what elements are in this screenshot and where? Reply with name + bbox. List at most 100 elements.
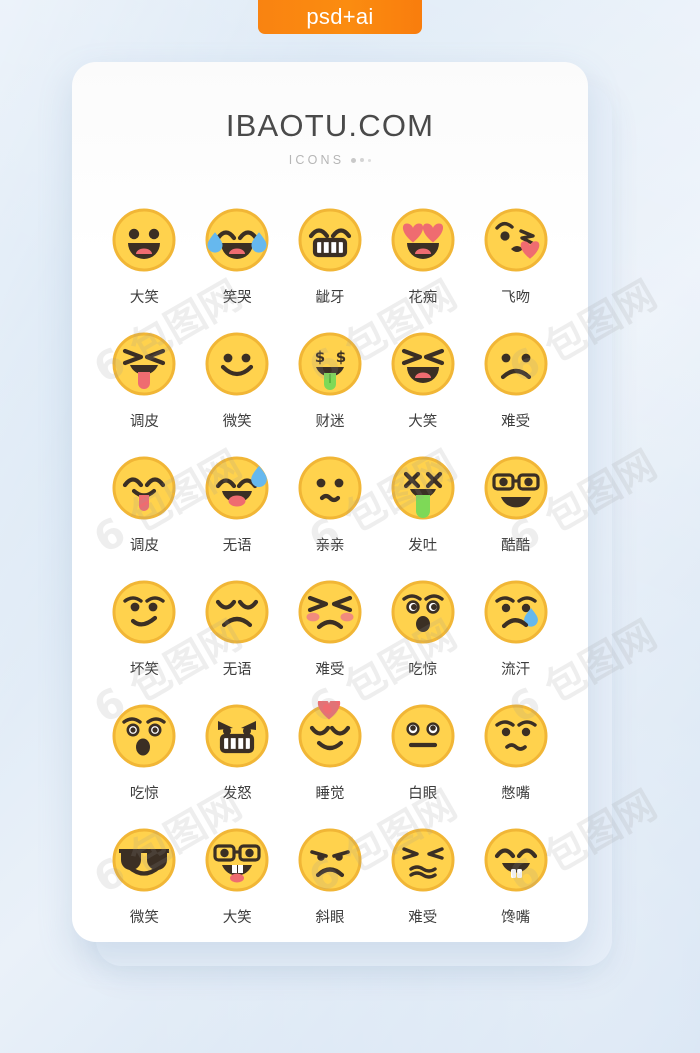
sleeping-heart-icon[interactable] — [295, 701, 365, 771]
icon-cell[interactable]: 微笑 — [191, 329, 284, 431]
wavy-mouth-face-icon[interactable] — [481, 701, 551, 771]
nerd-glasses-grin-icon[interactable] — [481, 453, 551, 523]
icon-cell[interactable]: 难受 — [284, 577, 377, 679]
icon-cell[interactable]: 发怒 — [191, 701, 284, 803]
icon-cell[interactable]: 大笑 — [191, 825, 284, 927]
dots-decoration — [351, 157, 372, 163]
icon-cell[interactable]: 发吐 — [376, 453, 469, 555]
sunglasses-smile-icon[interactable] — [109, 825, 179, 895]
squint-tongue-out-icon[interactable] — [109, 329, 179, 399]
icon-cell[interactable]: $ $ 财迷 — [284, 329, 377, 431]
icon-cell[interactable]: 馋嘴 — [469, 825, 562, 927]
icon-label: 白眼 — [408, 786, 438, 802]
format-badge-label: psd+ai — [306, 4, 374, 29]
icon-cell[interactable]: 斜眼 — [284, 825, 377, 927]
icon-cell[interactable]: 笑哭 — [191, 205, 284, 307]
svg-text:$: $ — [315, 348, 325, 366]
page-title: IBAOTU.COM — [225, 108, 435, 143]
neutral-face-icon[interactable] — [388, 701, 458, 771]
icon-grid: 大笑 笑哭 龇牙 花痴 飞吻 调皮 微笑 $ $ 财迷 大笑 难受 调皮 无语 亲亲 发吐 酷… — [72, 205, 588, 927]
smirking-face-icon[interactable] — [109, 577, 179, 647]
simple-smile-icon[interactable] — [202, 329, 272, 399]
icon-cell[interactable]: 憋嘴 — [469, 701, 562, 803]
icon-label: 睡觉 — [315, 786, 345, 802]
icon-label: 笑哭 — [222, 290, 252, 306]
icon-label: 财迷 — [315, 414, 345, 430]
icon-label: 发怒 — [222, 786, 252, 802]
icon-label: 酷酷 — [501, 538, 531, 554]
icon-cell[interactable]: 大笑 — [376, 329, 469, 431]
nerd-buck-teeth-icon[interactable] — [202, 825, 272, 895]
disappointed-closed-eyes-icon[interactable] — [202, 577, 272, 647]
icon-cell[interactable]: 花痴 — [376, 205, 469, 307]
grinning-teeth-icon[interactable] — [295, 205, 365, 275]
icon-label: 大笑 — [222, 910, 252, 926]
icon-cell[interactable]: 睡觉 — [284, 701, 377, 803]
icon-label: 憋嘴 — [501, 786, 531, 802]
kissing-face-icon[interactable] — [295, 453, 365, 523]
icon-cell[interactable]: 龇牙 — [284, 205, 377, 307]
sweat-laugh-icon[interactable] — [202, 453, 272, 523]
shocked-face-icon[interactable] — [109, 701, 179, 771]
icon-label: 大笑 — [408, 414, 438, 430]
icon-label: 难受 — [501, 414, 531, 430]
frowning-face-icon[interactable] — [481, 329, 551, 399]
icon-label: 调皮 — [129, 538, 159, 554]
icon-cell[interactable]: 流汗 — [469, 577, 562, 679]
icon-label: 调皮 — [129, 414, 159, 430]
icon-label: 发吐 — [408, 538, 438, 554]
happy-tongue-out-icon[interactable] — [109, 453, 179, 523]
icon-label: 亲亲 — [315, 538, 345, 554]
icon-cell[interactable]: 调皮 — [98, 453, 191, 555]
icon-cell[interactable]: 微笑 — [98, 825, 191, 927]
money-face-icon[interactable]: $ $ — [295, 329, 365, 399]
grinning-open-mouth-icon[interactable] — [109, 205, 179, 275]
icon-cell[interactable]: 白眼 — [376, 701, 469, 803]
icon-cell[interactable]: 难受 — [469, 329, 562, 431]
icon-label: 大笑 — [129, 290, 159, 306]
icon-label: 难受 — [408, 910, 438, 926]
icon-label: 龇牙 — [315, 290, 345, 306]
icon-label: 无语 — [222, 538, 252, 554]
icon-label: 微笑 — [222, 414, 252, 430]
icon-label: 吃惊 — [129, 786, 159, 802]
icon-label: 斜眼 — [315, 910, 345, 926]
subtitle-text: ICONS — [288, 153, 345, 167]
scrunched-face-icon[interactable] — [388, 825, 458, 895]
icon-label: 微笑 — [129, 910, 159, 926]
vomiting-face-icon[interactable] — [388, 453, 458, 523]
icon-cell[interactable]: 调皮 — [98, 329, 191, 431]
persevering-blush-icon[interactable] — [295, 577, 365, 647]
icon-cell[interactable]: 吃惊 — [98, 701, 191, 803]
icon-cell[interactable]: 亲亲 — [284, 453, 377, 555]
icon-label: 难受 — [315, 662, 345, 678]
icon-cell[interactable]: 无语 — [191, 577, 284, 679]
crying-single-tear-icon[interactable] — [481, 577, 551, 647]
icon-cell[interactable]: 坏笑 — [98, 577, 191, 679]
side-eye-frown-icon[interactable] — [295, 825, 365, 895]
icon-label: 无语 — [222, 662, 252, 678]
icon-cell[interactable]: 无语 — [191, 453, 284, 555]
icon-label: 馋嘴 — [501, 910, 531, 926]
card-header: IBAOTU.COM ICONS — [72, 62, 588, 167]
icon-cell[interactable]: 飞吻 — [469, 205, 562, 307]
icon-preview-card: IBAOTU.COM ICONS 大笑 笑哭 龇牙 花痴 飞吻 调皮 微笑 $ $ 财… — [72, 62, 588, 942]
icon-label: 坏笑 — [129, 662, 159, 678]
blowing-kiss-icon[interactable] — [481, 205, 551, 275]
icon-cell[interactable]: 大笑 — [98, 205, 191, 307]
svg-text:$: $ — [336, 348, 346, 366]
heart-eyes-icon[interactable] — [388, 205, 458, 275]
icon-cell[interactable]: 难受 — [376, 825, 469, 927]
drooling-teeth-icon[interactable] — [481, 825, 551, 895]
astonished-face-icon[interactable] — [388, 577, 458, 647]
icon-cell[interactable]: 吃惊 — [376, 577, 469, 679]
icon-label: 飞吻 — [501, 290, 531, 306]
laughing-squint-open-icon[interactable] — [388, 329, 458, 399]
icon-cell[interactable]: 酷酷 — [469, 453, 562, 555]
angry-teeth-icon[interactable] — [202, 701, 272, 771]
icon-label: 流汗 — [501, 662, 531, 678]
icon-label: 吃惊 — [408, 662, 438, 678]
icon-label: 花痴 — [408, 290, 438, 306]
laughing-tears-icon[interactable] — [202, 205, 272, 275]
card-subtitle: ICONS — [72, 153, 588, 167]
